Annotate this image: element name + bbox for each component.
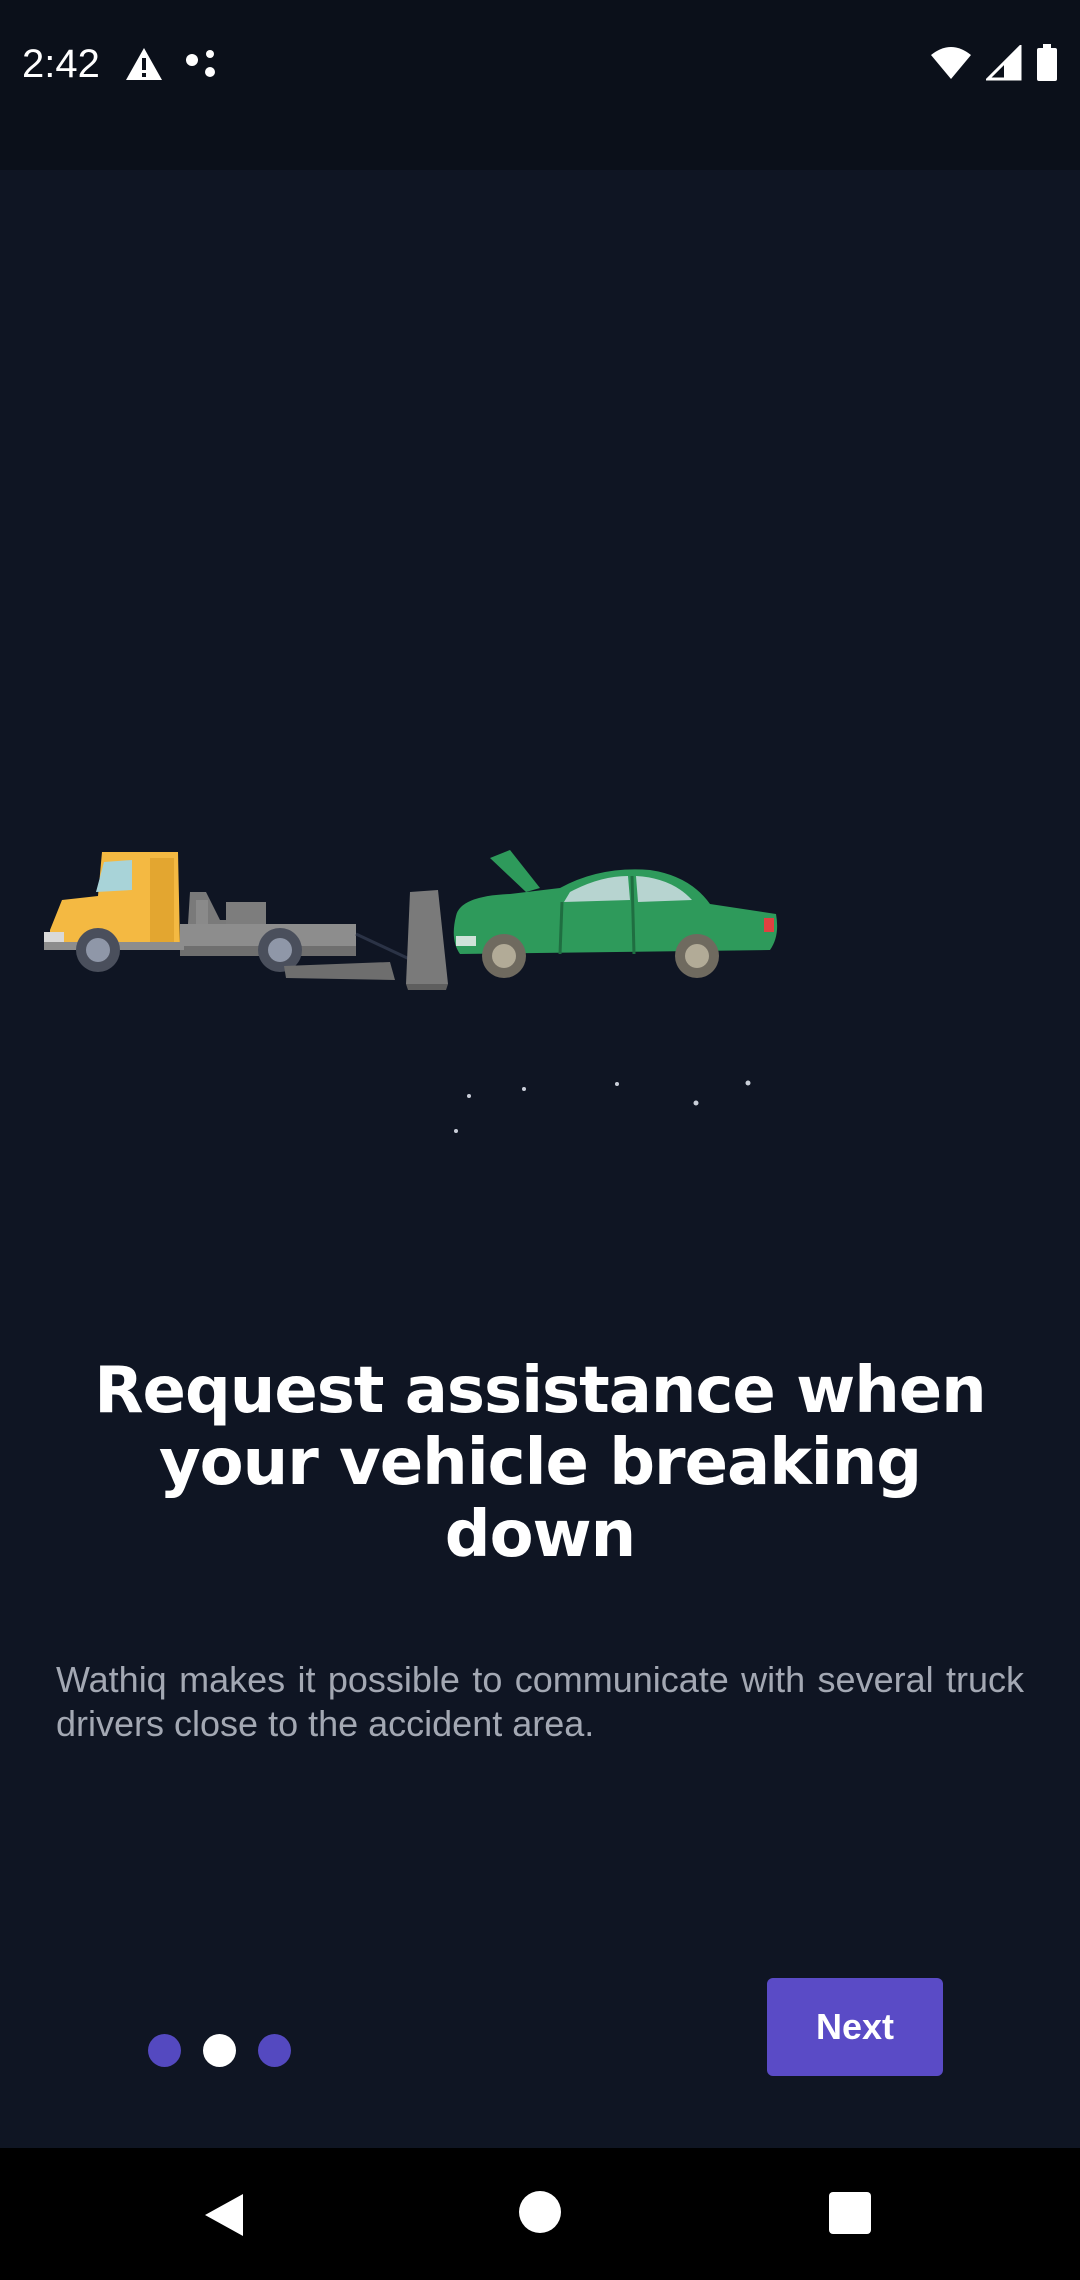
status-time: 2:42 <box>22 42 100 86</box>
assistant-dots-icon <box>184 46 220 87</box>
cell-signal-icon <box>984 43 1022 86</box>
status-system-icons <box>930 43 1058 87</box>
page-dot-3[interactable] <box>258 2034 291 2067</box>
onboarding-screen: 2:42 Request assistance when your vehicl… <box>0 0 1080 2280</box>
onboarding-description: Wathiq makes it possible to communicate … <box>56 1659 1024 1744</box>
recents-icon[interactable] <box>829 2192 871 2234</box>
tow-truck-illustration <box>40 840 855 1140</box>
wifi-icon <box>930 45 972 86</box>
navigation-bar <box>0 2148 1080 2280</box>
tow-truck-icon <box>44 852 421 980</box>
status-notification-icons <box>124 46 220 87</box>
warning-icon <box>124 46 164 87</box>
page-dot-1[interactable] <box>148 2034 181 2067</box>
status-bar: 2:42 <box>0 0 1080 170</box>
page-dot-2[interactable] <box>203 2034 236 2067</box>
next-button[interactable]: Next <box>767 1978 943 2076</box>
back-icon[interactable] <box>203 2192 245 2243</box>
page-indicator <box>148 2034 291 2067</box>
dust-specks-icon <box>454 1080 855 1133</box>
home-icon[interactable] <box>519 2191 561 2233</box>
battery-icon <box>1036 44 1058 87</box>
onboarding-title: Request assistance when your vehicle bre… <box>94 1354 986 1572</box>
broken-car-icon <box>453 850 778 978</box>
